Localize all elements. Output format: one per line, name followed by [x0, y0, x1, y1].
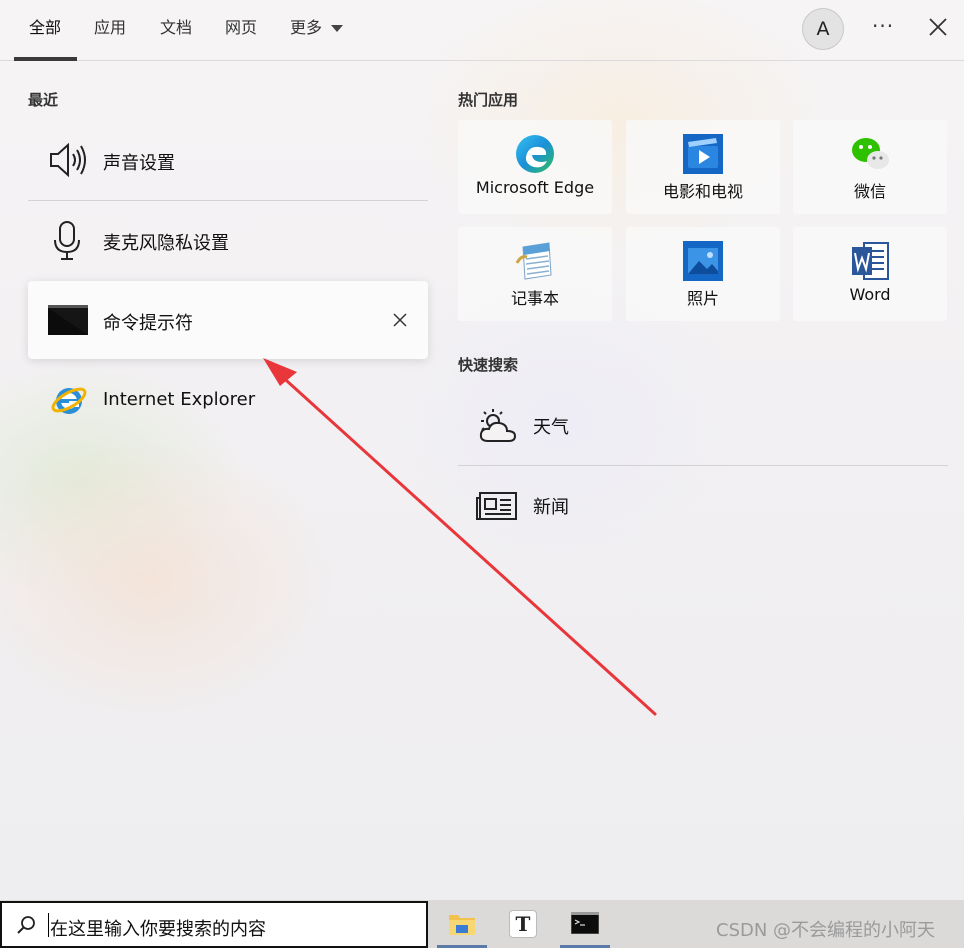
recent-item-command-prompt[interactable]: 命令提示符	[28, 281, 428, 359]
recent-item-microphone-privacy[interactable]: 麦克风隐私设置	[28, 201, 428, 279]
quick-search-weather[interactable]: 天气	[458, 385, 948, 465]
close-icon[interactable]	[927, 16, 949, 38]
search-tabs-bar: 全部 应用 文档 网页 更多 A ···	[0, 0, 964, 61]
app-tile-word[interactable]: Word	[793, 227, 947, 321]
recent-item-sound-settings[interactable]: 声音设置	[28, 121, 428, 199]
weather-icon	[479, 409, 517, 442]
movies-tv-icon	[683, 134, 723, 174]
app-tile-label: Word	[849, 285, 891, 304]
search-icon	[17, 916, 35, 934]
tab-all[interactable]: 全部	[29, 18, 61, 38]
file-explorer-icon	[449, 915, 475, 935]
app-tile-movies-tv[interactable]: 电影和电视	[626, 120, 780, 214]
recent-section-title: 最近	[28, 91, 59, 109]
quick-search-label: 新闻	[533, 497, 569, 518]
typora-icon: T	[509, 910, 537, 938]
app-tile-label: 记事本	[510, 289, 559, 308]
remove-from-recent-icon[interactable]	[393, 313, 407, 327]
taskbar-file-explorer[interactable]	[437, 901, 487, 948]
notepad-icon	[515, 242, 552, 280]
taskbar-typora[interactable]: T	[498, 901, 548, 948]
recent-item-label: Internet Explorer	[103, 389, 256, 410]
text-cursor	[48, 913, 49, 937]
chevron-down-icon[interactable]	[331, 25, 343, 32]
speaker-icon	[50, 142, 86, 178]
recent-item-label: 麦克风隐私设置	[103, 233, 229, 254]
more-options-icon[interactable]: ···	[872, 14, 894, 38]
quick-search-label: 天气	[533, 417, 569, 438]
tab-more[interactable]: 更多	[290, 18, 322, 38]
app-tile-microsoft-edge[interactable]: Microsoft Edge	[458, 120, 612, 214]
watermark: CSDN @不会编程的小阿天	[716, 920, 936, 941]
tab-web[interactable]: 网页	[225, 18, 257, 38]
app-tile-label: Microsoft Edge	[475, 178, 595, 197]
taskbar-search-box[interactable]: 在这里输入你要搜索的内容	[0, 901, 428, 948]
app-tile-photos[interactable]: 照片	[626, 227, 780, 321]
taskbar-command-prompt[interactable]	[560, 901, 610, 948]
edge-icon	[516, 135, 554, 173]
app-tile-label: 微信	[853, 182, 886, 201]
recent-item-internet-explorer[interactable]: Internet Explorer	[28, 361, 428, 439]
photos-icon	[683, 241, 723, 281]
news-icon	[476, 492, 517, 520]
app-tile-label: 电影和电视	[662, 182, 743, 201]
cmd-icon	[48, 305, 88, 335]
recent-item-label: 声音设置	[103, 153, 175, 174]
quick-search-section-title: 快速搜索	[458, 356, 519, 374]
microphone-icon	[54, 221, 80, 260]
word-icon	[852, 242, 889, 280]
account-avatar[interactable]: A	[802, 8, 844, 50]
ie-icon	[51, 387, 87, 414]
recent-item-label: 命令提示符	[103, 313, 193, 334]
tab-apps[interactable]: 应用	[94, 18, 126, 38]
app-tile-notepad[interactable]: 记事本	[458, 227, 612, 321]
cmd-taskbar-icon	[571, 912, 599, 934]
active-tab-indicator	[14, 57, 77, 61]
app-tile-label: 照片	[686, 289, 719, 308]
wechat-icon	[852, 138, 889, 169]
search-placeholder: 在这里输入你要搜索的内容	[50, 919, 266, 940]
quick-search-news[interactable]: 新闻	[458, 465, 948, 545]
app-tile-wechat[interactable]: 微信	[793, 120, 947, 214]
top-apps-section-title: 热门应用	[458, 91, 519, 109]
tab-documents[interactable]: 文档	[160, 18, 192, 38]
